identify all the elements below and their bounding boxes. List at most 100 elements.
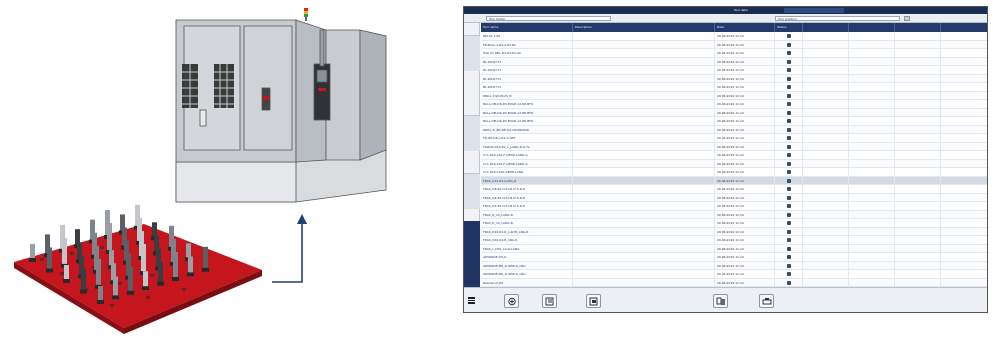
table-row[interactable]: FRAS_D5-R2-H-T-D4-D.5-R-R 20.06.2019 11:1… — [481, 202, 987, 211]
table-row[interactable]: FRAS_D20-R2-R_L-R-TR_LNG-R 20.06.2019 11:… — [481, 227, 987, 236]
table-row[interactable]: GEWINDE-M8_R-GEW-R_LNG 20.06.2019 11:10 — [481, 261, 987, 270]
table-row[interactable]: CYL-D16-L100-GEDR-LANG 20.06.2019 11:10 — [481, 168, 987, 177]
extra-cell — [803, 151, 849, 159]
description-cell — [573, 142, 715, 150]
status-cell — [775, 202, 803, 210]
col-header-description[interactable]: Description — [573, 23, 715, 32]
title-tab[interactable] — [784, 8, 844, 13]
edit-tool-button[interactable] — [542, 294, 557, 308]
tool-name-cell: FRAS_D20-R2-R_LNG-R — [481, 236, 573, 244]
table-row[interactable]: GEWINDE-M6_R-GEW-R_LNG 20.06.2019 11:10 — [481, 270, 987, 279]
tool-name-cell: TD-RE-D8-L-R4-G-REF — [481, 134, 573, 142]
col-header-5[interactable] — [849, 23, 895, 32]
extra-cell — [803, 108, 849, 116]
table-row[interactable]: DRILL_D10-PLUS_N 20.06.2019 11:10 — [481, 91, 987, 100]
date-cell: 20.06.2019 11:10 — [715, 142, 775, 150]
extra-cell — [895, 49, 941, 57]
table-row[interactable]: BALL-HM-D6-R3-EDGE-12-RE-BFO 20.06.2019 1… — [481, 100, 987, 109]
table-row[interactable]: FRAS_D20-R2-R_LNG-R 20.06.2019 11:10 — [481, 236, 987, 245]
filter-button[interactable] — [904, 16, 910, 21]
description-cell — [573, 40, 715, 48]
date-cell: 20.06.2019 11:10 — [715, 32, 775, 40]
tool-holder-base — [202, 267, 209, 272]
print-button[interactable] — [759, 294, 774, 308]
table-row[interactable]: BALL-HM-D6-R3-EDGE-12-RE-BFO 20.06.2019 1… — [481, 108, 987, 117]
table-row[interactable]: TORUS-D16-R2_L_LANG-R-G-TL 20.06.2019 11:… — [481, 142, 987, 151]
table-row[interactable]: FR-BALL-1-R4-A-RT-60 20.06.2019 11:10 — [481, 40, 987, 49]
status-icon — [787, 153, 791, 157]
table-row[interactable]: BL-D8-R7-TL 20.06.2019 11:10 — [481, 66, 987, 75]
date-cell: 20.06.2019 11:10 — [715, 134, 775, 142]
col-header-6[interactable] — [895, 23, 941, 32]
table-row[interactable]: BALL-HM-D6-R3-EDGE-12-RE-BFO 20.06.2019 1… — [481, 117, 987, 126]
status-cell — [775, 134, 803, 142]
col-header-date[interactable]: Date — [715, 23, 775, 32]
description-cell — [573, 125, 715, 133]
tool-name-cell: BL-D8-R7-TL — [481, 57, 573, 65]
table-row[interactable]: FRAS_D12-R2-LANG_R 20.06.2019 11:10 — [481, 176, 987, 185]
tool-name-cell: GEWINDE-D5_R — [481, 253, 573, 261]
extra-cell — [849, 83, 895, 91]
table-row[interactable]: FRAS_D6-R2-H-T-D4-D.5-R-R 20.06.2019 11:1… — [481, 185, 987, 194]
date-cell: 20.06.2019 11:10 — [715, 168, 775, 176]
flow-arrow — [272, 214, 307, 283]
table-row[interactable]: BL-D8-R7-TL 20.06.2019 11:10 — [481, 74, 987, 83]
status-cell — [775, 57, 803, 65]
extra-cell — [803, 49, 849, 57]
extra-cell — [849, 32, 895, 40]
sidebar-section-1[interactable] — [464, 35, 480, 71]
table-row[interactable]: CYL-D16-L50-F-GEDR-LANG-G 20.06.2019 11:1… — [481, 151, 987, 160]
tool-holder-base — [127, 290, 134, 295]
date-cell: 20.06.2019 11:10 — [715, 108, 775, 116]
description-cell — [573, 227, 715, 235]
extra-cell — [849, 66, 895, 74]
table-row[interactable]: CYL-D16-L50-F-GEDR-LANG-G 20.06.2019 11:1… — [481, 159, 987, 168]
description-cell — [573, 134, 715, 142]
status-cell — [775, 142, 803, 150]
tool-position-select[interactable]: Tool position — [775, 16, 900, 21]
description-cell — [573, 100, 715, 108]
status-cell — [775, 227, 803, 235]
table-row[interactable]: HSK 63 RBL-D4-R3-E4-40 20.06.2019 11:10 — [481, 49, 987, 58]
sidebar-section-2[interactable] — [464, 115, 480, 151]
sidebar-section-3[interactable] — [464, 173, 480, 209]
description-cell — [573, 244, 715, 252]
extra-cell — [849, 142, 895, 150]
tool-holder-select[interactable]: Tool holder — [486, 16, 611, 21]
status-icon — [787, 59, 791, 64]
extra-cell — [849, 100, 895, 108]
extra-cell — [849, 202, 895, 210]
tool-name-cell: TORUS-D16-R2_L_LANG-R-G-TL — [481, 142, 573, 150]
status-icon — [787, 280, 791, 285]
table-row[interactable]: FRAS_D4-R2-H-T-D4-D.5-R-R 20.06.2019 11:1… — [481, 193, 987, 202]
menu-icon[interactable] — [468, 297, 475, 304]
table-row[interactable]: FRAS_D_10_LANG-R 20.06.2019 11:10 — [481, 219, 987, 228]
col-header-name[interactable]: Tool name — [481, 23, 573, 32]
edit-icon — [545, 297, 554, 306]
copy-tool-button[interactable] — [586, 294, 601, 308]
sidebar-active-section[interactable] — [464, 221, 480, 287]
status-icon — [787, 212, 791, 217]
tool-name-cell: CYL-D16-L50-F-GEDR-LANG-G — [481, 159, 573, 167]
table-row[interactable]: BL-D8-R7-TL 20.06.2019 11:10 — [481, 57, 987, 66]
col-header-status[interactable]: Status — [775, 23, 803, 32]
col-header-4[interactable] — [803, 23, 849, 32]
transfer-button[interactable] — [713, 294, 728, 308]
description-cell — [573, 253, 715, 261]
date-cell: 20.06.2019 11:10 — [715, 74, 775, 82]
tool-holder-base — [97, 300, 104, 304]
table-row[interactable]: GEWINDE-D5_R 20.06.2019 11:10 — [481, 253, 987, 262]
description-cell — [573, 236, 715, 244]
table-row[interactable]: BM-01 1-65 20.06.2019 11:10 — [481, 32, 987, 41]
table-row[interactable]: FRAS_L_D10_LG-R-LANG 20.06.2019 11:10 — [481, 244, 987, 253]
table-row[interactable]: FRAS_D_10_LANG-R 20.06.2019 11:10 — [481, 210, 987, 219]
table-row[interactable]: Reamer-D-D6 20.06.2019 11:10 — [481, 278, 987, 287]
col-header-7 — [941, 23, 987, 32]
add-tool-button[interactable] — [504, 294, 519, 308]
tool-holder-base — [172, 277, 179, 281]
table-row[interactable]: BL-D8-R7-TL 20.06.2019 11:10 — [481, 83, 987, 92]
extra-cell — [895, 117, 941, 125]
table-row[interactable]: TD-RE-D8-L-R4-G-REF 20.06.2019 11:10 — [481, 134, 987, 143]
table-row[interactable]: DRILL-D_8D-RE-G4-CR-PRIMAR 20.06.2019 11:… — [481, 125, 987, 134]
extra-cell — [895, 134, 941, 142]
